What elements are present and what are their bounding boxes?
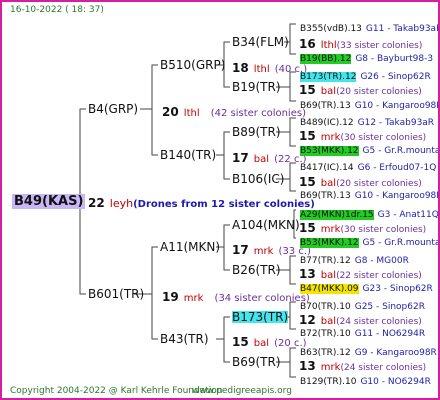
node-b106: B106(IC) [232,172,285,186]
gen4-leaf-name: B72(TR).10 [300,329,351,339]
gen4-leaf-name: B129(TR).10 [300,377,357,387]
gen4-leaf: B19(BB).12 G8 - Bayburt98-3 [300,48,433,64]
gen4-leaf-source: G5 - Gr.R.mounta [362,238,440,248]
gen4-leaf-name: A29(MKN)1dr.15 [300,210,374,220]
node-b140: B140(TR) [160,148,217,162]
gen4-leaf-name: B70(TR).10 [300,302,351,312]
pedigree-diagram: 16-10-2022 ( 18: 37) B49(KAS) 22 leyh(Dr… [0,0,440,400]
root-drones-note: (Drones from 12 sister colonies) [133,199,315,210]
root-count: 22 [88,196,105,210]
gen4-leaf: B355(vdB).13 G11 - Takab93aR [300,18,440,34]
gen4-leaf: B173(TR).12 G26 - Sinop62R [300,66,431,82]
gen4-leaf: A29(MKN)1dr.15 G3 - Anat11Q [300,204,439,220]
node-b89: B89(TR) [232,125,281,139]
gen4-leaf-name: B53(MKK).12 [300,238,359,248]
gen4-leaf-name: B417(IC).14 [300,163,354,173]
gen4-leaf-source: G6 - Erfoud07-1Q [357,163,437,173]
gen4-leaf-source: G8 - MG00R [354,256,409,266]
node-b26: B26(TR) [232,263,281,277]
gen4-leaf: B53(MKK).12 G5 - Gr.R.mounta [300,140,440,156]
copyright: Copyright 2004-2022 @ Karl Kehrle Founda… [10,386,223,396]
node-b510-info: 18 lthl (40 c.) [232,61,308,75]
website-link[interactable]: www.pedigreeapis.org [192,387,292,396]
gen4-leaf-source: G26 - Sinop62R [360,72,431,82]
gen4-leaf-name: B19(BB).12 [300,54,352,64]
node-b601: B601(TR) [88,287,145,301]
root-info: 22 leyh(Drones from 12 sister colonies) [88,194,315,210]
node-b43: B43(TR) [160,332,209,346]
node-b34: B34(FLM) [232,35,289,49]
node-a11: A11(MKN) [160,240,221,254]
gen4-leaf-name: B63(TR).12 [300,348,351,358]
gen4-leaf: B53(MKK).12 G5 - Gr.R.mounta [300,232,440,248]
gen4-leaf: B489(IC).12 G12 - Takab93aR [300,112,434,128]
gen4-leaf-name: B53(MKK).12 [300,146,359,156]
gen4-leaf: B47(MKK).09 G23 - Sinop62R [300,278,433,294]
gen4-leaf-name: B355(vdB).13 [300,24,362,34]
node-b43-info: 15 bal (20 c.) [232,335,307,349]
gen4-leaf-source: G10 - Kangaroo98R [354,191,440,201]
gen4-leaf-source: G25 - Sinop62R [354,302,425,312]
gen4-leaf: B69(TR).13 G10 - Kangaroo98R [300,95,440,111]
node-b173: B173(TR) [232,310,289,324]
gen4-leaf-source: G12 - Takab93aR [357,118,435,128]
gen4-leaf: B129(TR).10 G10 - NO6294R [300,371,431,387]
node-b4-info: 20 lthl (42 sister colonies) [162,105,306,119]
node-b601-info: 19 mrk (34 sister colonies) [162,290,310,304]
root-node: B49(KAS) [12,194,86,209]
gen4-leaf-source: G3 - Anat11Q [377,210,439,220]
node-b69: B69(TR) [232,355,281,369]
gen4-leaf-source: G8 - Bayburt98-3 [355,54,434,64]
gen4-leaf-name: B69(TR).13 [300,191,351,201]
node-b19: B19(TR) [232,80,281,94]
gen4-leaf-source: G10 - Kangaroo98R [354,101,440,111]
generated-date: 16-10-2022 ( 18: 37) [10,5,104,15]
gen4-leaf-name: B77(TR).12 [300,256,351,266]
gen4-leaf: B63(TR).12 G9 - Kangaroo98R [300,342,437,358]
gen4-leaf-source: G10 - NO6294R [360,377,431,387]
gen4-leaf: B417(IC).14 G6 - Erfoud07-1Q [300,157,436,173]
gen4-leaf-source: G11 - Takab93aR [365,24,440,34]
node-b140-info: 17 bal (22 c.) [232,151,307,165]
gen4-leaf-name: B489(IC).12 [300,118,354,128]
gen4-leaf-source: G23 - Sinop62R [362,284,433,294]
root-breeder: leyh [109,197,134,210]
gen4-leaf: B69(TR).13 G10 - Kangaroo98R [300,185,440,201]
gen4-leaf-source: G11 - NO6294R [354,329,426,339]
gen4-leaf-name: B173(TR).12 [300,72,357,82]
gen4-leaf: B72(TR).10 G11 - NO6294R [300,323,425,339]
node-b510: B510(GRP) [160,58,226,72]
gen4-leaf-source: G5 - Gr.R.mounta [362,146,440,156]
gen4-leaf-name: B47(MKK).09 [300,284,359,294]
gen4-leaf-source: G9 - Kangaroo98R [354,348,437,358]
node-a104: A104(MKN) [232,218,300,232]
gen4-leaf: B70(TR).10 G25 - Sinop62R [300,296,425,312]
gen4-leaf: B77(TR).12 G8 - MG00R [300,250,409,266]
node-b4: B4(GRP) [88,102,139,116]
gen4-leaf-name: B69(TR).13 [300,101,351,111]
